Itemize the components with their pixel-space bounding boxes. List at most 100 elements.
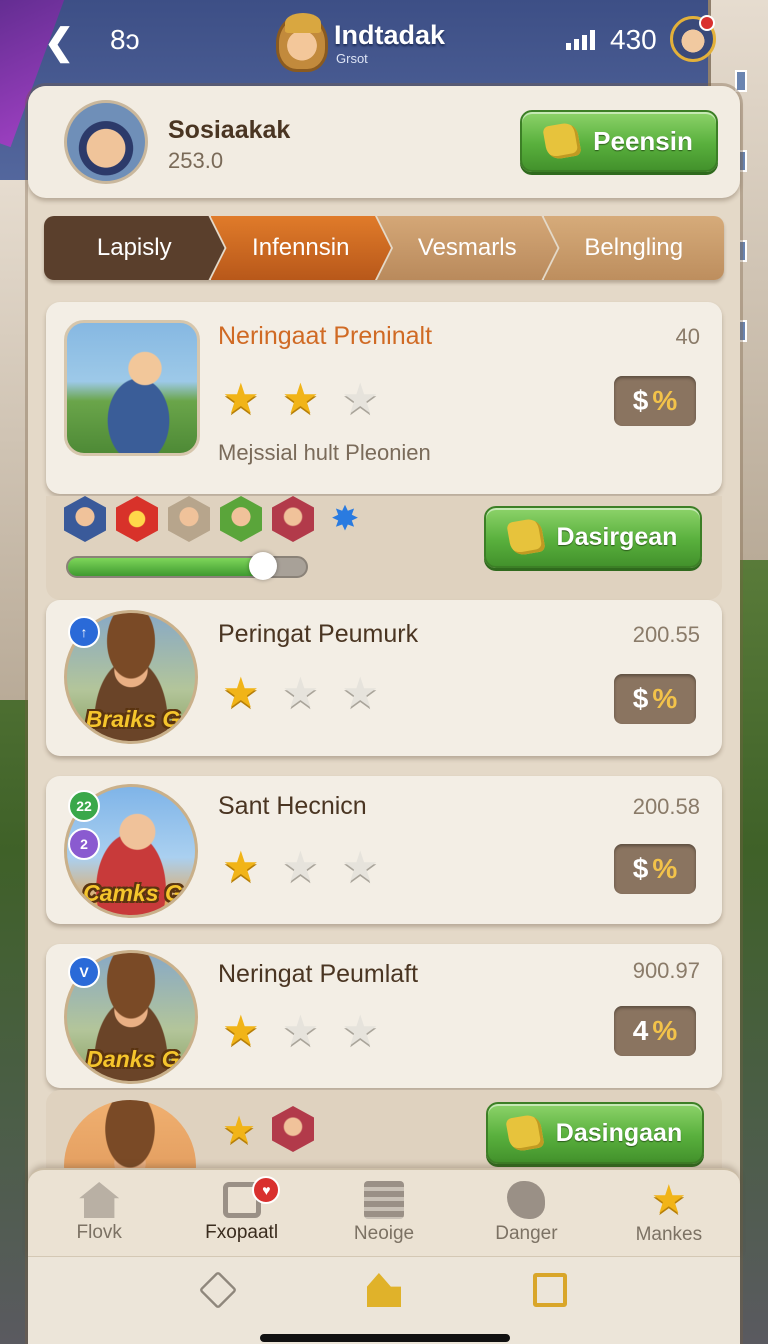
profile-avatar[interactable]	[64, 100, 148, 184]
dollar-icon: $	[632, 683, 649, 714]
snowflake-icon[interactable]: ✸	[324, 496, 366, 542]
hero-portrait-icon[interactable]	[272, 1106, 314, 1152]
star-filled-icon: ★	[222, 669, 260, 716]
progress-knob[interactable]	[249, 552, 278, 580]
dollar-icon: $	[632, 385, 649, 416]
peek-action-label: Dasingaan	[555, 1118, 683, 1147]
percent-label: %	[652, 853, 678, 884]
top-left-counter: 8ↄ	[110, 24, 140, 55]
main-panel: Sosiaakak 253.0 Peensin Lapisly Infennsi…	[28, 86, 740, 1344]
strip-action-label: Dasirgean	[556, 522, 678, 551]
nav-item-fxopaatl[interactable]: ♥ Fxopaatl	[170, 1170, 312, 1256]
card-thumbnail	[64, 320, 200, 456]
profile-card: Sosiaakak 253.0 Peensin	[28, 86, 740, 198]
hero-portrait-icon[interactable]	[168, 496, 210, 542]
hero-avatar-icon	[276, 13, 328, 72]
nav-label: Fxopaatl	[205, 1222, 279, 1243]
player-avatar-button[interactable]	[670, 15, 716, 62]
card-value: 200.58	[632, 794, 700, 819]
hero-icons: ✸	[64, 496, 366, 542]
nav-item-neoige[interactable]: Neoige	[313, 1170, 455, 1256]
percent-badge[interactable]: $ %	[614, 674, 696, 724]
blob-icon	[507, 1181, 546, 1219]
thumbnail-label: Braiks G	[85, 706, 181, 732]
back-button[interactable]: ❮	[44, 22, 78, 62]
star-filled-icon: ★	[222, 843, 260, 890]
bottom-nav: Flovk ♥ Fxopaatl Neoige Danger ★ Mankes	[28, 1168, 740, 1256]
hero-portrait-icon[interactable]	[64, 496, 106, 542]
nav-label: Danger	[495, 1223, 558, 1244]
thumbnail-label: Danks G	[86, 1046, 180, 1072]
level-badge-icon: ↑	[68, 616, 100, 648]
tab-lapisly[interactable]: Lapisly	[44, 216, 225, 280]
percent-number: 4	[632, 1015, 649, 1046]
page-title: Indtadak	[334, 20, 446, 50]
top-right-counter: 430	[610, 24, 657, 55]
card-description: Mejssial hult Pleonien	[218, 440, 431, 465]
card-title: Neringaat Preninalt	[218, 322, 433, 350]
hero-portrait-icon[interactable]	[272, 496, 314, 542]
tab-belngling[interactable]: Belngling	[543, 216, 724, 280]
card-value: 900.97	[632, 958, 700, 983]
tab-infennsin[interactable]: Infennsin	[211, 216, 392, 280]
percent-badge[interactable]: $ %	[614, 376, 696, 426]
strip-action-button[interactable]: Dasirgean	[484, 506, 702, 568]
level-card[interactable]: Neringaat Preninalt 40 ★ ★ ★ $ % Mejssial …	[46, 302, 722, 494]
level-badge-icon: V	[68, 956, 100, 988]
tab-vesmarls[interactable]: Vesmarls	[377, 216, 558, 280]
star-empty-icon: ★	[341, 1007, 379, 1054]
level-card[interactable]: Camks G 22 2 Sant Hecnicn 200.58 ★ ★ ★ $ %	[46, 776, 722, 924]
signal-icon	[566, 30, 595, 50]
percent-label: %	[652, 385, 678, 416]
page-subtitle: Grsot	[336, 51, 368, 66]
puzzle-icon	[505, 517, 546, 557]
hero-portrait-icon[interactable]	[220, 496, 262, 542]
star-badge-icon[interactable]	[116, 496, 158, 542]
profile-name: Sosiaakak	[168, 116, 291, 144]
profile-action-label: Peensin	[593, 125, 693, 156]
diamond-icon[interactable]	[198, 1270, 238, 1310]
percent-label: %	[652, 1015, 678, 1046]
level-badge-icon: 2	[68, 828, 100, 860]
top-bar: ❮ 8ↄ Indtadak Grsot 430	[0, 0, 768, 84]
star-empty-icon: ★	[281, 1007, 320, 1054]
star-filled-icon: ★	[222, 375, 260, 422]
star-rating: ★ ★ ★	[222, 378, 379, 420]
puzzle-icon	[542, 121, 582, 161]
percent-label: %	[652, 683, 678, 714]
dollar-icon: $	[632, 853, 649, 884]
star-empty-icon: ★	[341, 669, 379, 716]
level-card[interactable]: Braiks G ↑ Peringat Peumurk 200.55 ★ ★ ★ $…	[46, 600, 722, 756]
profile-action-button[interactable]: Peensin	[520, 110, 718, 172]
star-filled-icon: ★	[281, 375, 320, 422]
star-rating: ★ ★ ★	[222, 1010, 379, 1052]
star-icon: ★	[222, 1110, 257, 1152]
star-rating: ★ ★ ★	[222, 672, 379, 714]
thumbnail-label: Camks G	[83, 880, 183, 906]
progress-bar	[66, 552, 308, 580]
nav-label: Flovk	[76, 1222, 122, 1243]
nav-label: Mankes	[635, 1224, 703, 1245]
star-empty-icon: ★	[281, 669, 320, 716]
house-icon	[79, 1182, 120, 1218]
peek-action-button[interactable]: Dasingaan	[486, 1102, 704, 1164]
level-card[interactable]: Danks G V Neringat Peumlaft 900.97 ★ ★ ★ 4…	[46, 944, 722, 1088]
home-indicator	[260, 1334, 510, 1342]
progress-fill	[68, 558, 264, 576]
card-value: 200.55	[632, 622, 700, 647]
home-icon[interactable]	[367, 1273, 401, 1307]
percent-badge[interactable]: $ %	[614, 844, 696, 894]
card-value: 40	[675, 324, 700, 349]
notification-dot	[699, 15, 715, 31]
nav-item-flovk[interactable]: Flovk	[28, 1170, 170, 1256]
card-title: Neringat Peumlaft	[218, 960, 419, 988]
nav-item-mankes[interactable]: ★ Mankes	[598, 1170, 740, 1256]
tab-bar: Lapisly Infennsin Vesmarls Belngling	[44, 216, 724, 280]
square-icon[interactable]	[533, 1273, 567, 1307]
nav-item-danger[interactable]: Danger	[455, 1170, 597, 1256]
count-badge: 22	[68, 790, 100, 822]
nav-label: Neoige	[353, 1223, 415, 1244]
star-empty-icon: ★	[341, 843, 379, 890]
profile-score: 253.0	[168, 148, 224, 173]
percent-badge[interactable]: 4 %	[614, 1006, 696, 1056]
